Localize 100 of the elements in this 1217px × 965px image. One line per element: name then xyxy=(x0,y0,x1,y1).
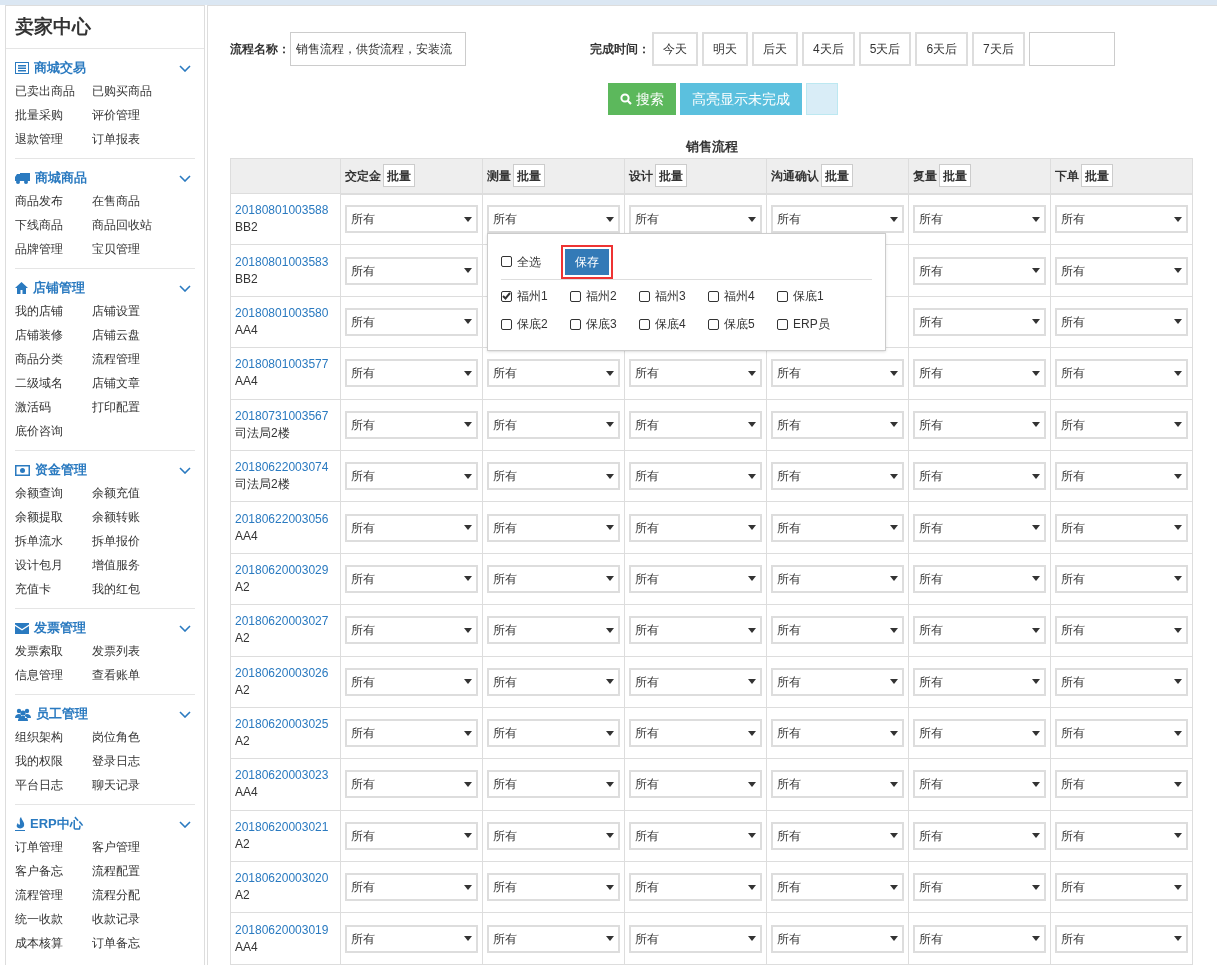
sidebar-link[interactable]: 订单报表 xyxy=(92,127,195,151)
dropdown[interactable]: 所有 xyxy=(913,256,1046,285)
date-button[interactable]: 后天 xyxy=(752,32,798,66)
dropdown[interactable]: 所有 xyxy=(487,359,620,388)
dropdown[interactable]: 所有 xyxy=(345,564,478,593)
dropdown[interactable]: 所有 xyxy=(913,205,1046,234)
sidebar-link[interactable]: 充值卡 xyxy=(15,577,92,601)
dropdown[interactable]: 所有 xyxy=(771,205,904,234)
dropdown[interactable]: 所有 xyxy=(629,719,762,748)
section-title[interactable]: 资金管理 xyxy=(35,460,87,480)
dropdown[interactable]: 所有 xyxy=(345,821,478,850)
batch-button[interactable]: 批量 xyxy=(939,164,971,188)
dropdown[interactable]: 所有 xyxy=(629,410,762,439)
date-button[interactable]: 4天后 xyxy=(802,32,855,66)
dropdown[interactable]: 所有 xyxy=(345,873,478,902)
checkbox[interactable] xyxy=(708,290,719,302)
sidebar-link[interactable]: 商品分类 xyxy=(15,347,92,371)
date-button[interactable]: 明天 xyxy=(702,32,748,66)
date-button[interactable]: 7天后 xyxy=(972,32,1025,66)
dropdown[interactable]: 所有 xyxy=(771,462,904,491)
dropdown[interactable]: 所有 xyxy=(629,821,762,850)
dropdown[interactable]: 所有 xyxy=(345,667,478,696)
checkbox[interactable] xyxy=(501,290,512,302)
sidebar-link[interactable]: 店铺设置 xyxy=(92,299,195,323)
dropdown[interactable]: 所有 xyxy=(913,770,1046,799)
sidebar-link[interactable]: 商品发布 xyxy=(15,189,92,213)
order-link[interactable]: 20180801003580 xyxy=(235,304,336,322)
order-link[interactable]: 20180801003583 xyxy=(235,253,336,271)
dropdown[interactable]: 所有 xyxy=(771,770,904,799)
dropdown[interactable]: 所有 xyxy=(1055,616,1188,645)
dropdown[interactable]: 所有 xyxy=(771,719,904,748)
sidebar-link[interactable]: 我的红包 xyxy=(92,577,195,601)
dropdown[interactable]: 所有 xyxy=(487,564,620,593)
order-link[interactable]: 20180620003026 xyxy=(235,664,336,682)
sidebar-link[interactable]: 拆单报价 xyxy=(92,529,195,553)
sidebar-link[interactable]: 组织架构 xyxy=(15,725,92,749)
dropdown[interactable]: 所有 xyxy=(629,359,762,388)
order-link[interactable]: 20180622003056 xyxy=(235,510,336,528)
sidebar-link[interactable]: 成本核算 xyxy=(15,931,92,955)
sidebar-link[interactable]: 岗位角色 xyxy=(92,725,195,749)
dropdown[interactable]: 所有 xyxy=(771,873,904,902)
dropdown[interactable]: 所有 xyxy=(487,205,620,234)
sidebar-link[interactable]: 拆单流水 xyxy=(15,529,92,553)
dropdown[interactable]: 所有 xyxy=(345,513,478,542)
sidebar-link[interactable]: 宝贝管理 xyxy=(92,237,195,261)
dropdown[interactable]: 所有 xyxy=(913,410,1046,439)
sidebar-link[interactable]: 下线商品 xyxy=(15,213,92,237)
dropdown[interactable]: 所有 xyxy=(913,564,1046,593)
dropdown[interactable]: 所有 xyxy=(345,256,478,285)
chevron-icon[interactable] xyxy=(179,64,191,72)
order-link[interactable]: 20180620003019 xyxy=(235,921,336,939)
dropdown[interactable]: 所有 xyxy=(1055,513,1188,542)
sidebar-link[interactable]: 店铺文章 xyxy=(92,371,195,395)
sidebar-link[interactable]: 店铺云盘 xyxy=(92,323,195,347)
checkbox[interactable] xyxy=(570,318,581,330)
date-field[interactable] xyxy=(1028,32,1115,66)
sidebar-link[interactable]: 批量采购 xyxy=(15,103,92,127)
sidebar-link[interactable]: 发票索取 xyxy=(15,639,92,663)
sidebar-link[interactable]: 余额查询 xyxy=(15,481,92,505)
dropdown[interactable]: 所有 xyxy=(913,616,1046,645)
sidebar-link[interactable]: 订单备忘 xyxy=(92,931,195,955)
dropdown[interactable]: 所有 xyxy=(629,770,762,799)
dropdown[interactable]: 所有 xyxy=(1055,821,1188,850)
color-swatch[interactable] xyxy=(806,83,838,115)
dropdown[interactable]: 所有 xyxy=(1055,667,1188,696)
dropdown[interactable]: 所有 xyxy=(1055,410,1188,439)
dropdown[interactable]: 所有 xyxy=(487,821,620,850)
dropdown[interactable]: 所有 xyxy=(629,513,762,542)
dropdown[interactable]: 所有 xyxy=(913,667,1046,696)
sidebar-link[interactable]: 流程管理 xyxy=(92,347,195,371)
dropdown[interactable]: 所有 xyxy=(487,410,620,439)
save-button[interactable]: 保存 xyxy=(565,248,609,275)
chevron-icon[interactable] xyxy=(179,820,191,828)
input-field[interactable]: 销售流程，供货流程，安装流 xyxy=(290,32,466,66)
dropdown[interactable]: 所有 xyxy=(487,770,620,799)
batch-button[interactable]: 批量 xyxy=(1081,164,1113,188)
sidebar-link[interactable]: 查看账单 xyxy=(92,663,195,687)
section-title[interactable]: 商城商品 xyxy=(35,168,87,188)
dropdown[interactable]: 所有 xyxy=(487,719,620,748)
dropdown[interactable]: 所有 xyxy=(345,924,478,953)
sidebar-link[interactable]: 在售商品 xyxy=(92,189,195,213)
dropdown[interactable]: 所有 xyxy=(913,513,1046,542)
checkbox[interactable] xyxy=(777,318,788,330)
section-title[interactable]: 店铺管理 xyxy=(33,278,85,298)
order-link[interactable]: 20180622003074 xyxy=(235,459,336,477)
dropdown[interactable]: 所有 xyxy=(629,616,762,645)
dropdown[interactable]: 所有 xyxy=(913,719,1046,748)
dropdown[interactable]: 所有 xyxy=(345,462,478,491)
chevron-icon[interactable] xyxy=(179,624,191,632)
checkbox[interactable] xyxy=(708,318,719,330)
section-title[interactable]: 发票管理 xyxy=(34,618,86,638)
sidebar-link[interactable]: 已购买商品 xyxy=(92,79,195,103)
sidebar-link[interactable]: 聊天记录 xyxy=(92,773,195,797)
sidebar-link[interactable]: 我的权限 xyxy=(15,749,92,773)
dropdown[interactable]: 所有 xyxy=(771,513,904,542)
sidebar-link[interactable]: 登录日志 xyxy=(92,749,195,773)
checkbox[interactable] xyxy=(639,318,650,330)
dropdown[interactable]: 所有 xyxy=(1055,873,1188,902)
dropdown[interactable]: 所有 xyxy=(487,616,620,645)
dropdown[interactable]: 所有 xyxy=(771,359,904,388)
